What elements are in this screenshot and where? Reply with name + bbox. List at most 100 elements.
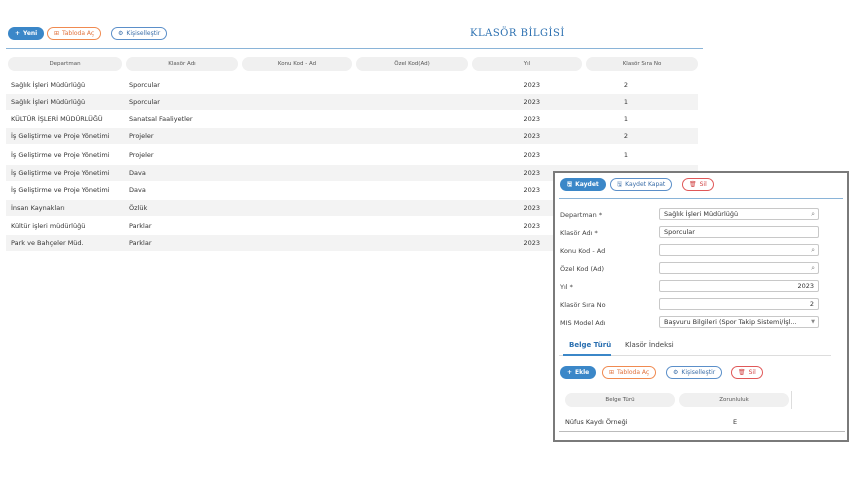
cell-klasor-adi: Sanatsal Faaliyetler [129,115,193,123]
ozel-kod-label: Özel Kod (Ad) [560,265,605,273]
departman-label: Departman * [560,211,603,219]
cell-klasor-adi: Dava [129,169,146,177]
cell-sira-no: 1 [623,151,629,159]
cell-departman: Sağlık İşleri Müdürlüğü [11,81,86,89]
yil-label: Yıl * [560,283,573,291]
cell-sira-no: 2 [623,132,629,140]
save-icon: 🖫 [617,181,623,188]
cell-klasor-adi: Projeler [129,151,154,159]
sub-table-bottom-line [559,431,845,432]
table-row[interactable]: KÜLTÜR İŞLERİ MÜDÜRLÜĞÜ Sanatsal Faaliye… [6,111,698,127]
cell-departman: İş Geliştirme ve Proje Yönetimi [11,186,110,194]
cell-klasor-adi: Projeler [129,132,154,140]
modal-divider [559,198,843,199]
gear-icon: ⚙ [673,369,679,376]
table-row[interactable]: Sağlık İşleri Müdürlüğü Sporcular 2023 2 [6,77,698,93]
add-button[interactable]: + Ekle [560,366,597,379]
klasor-adi-value: Sporcular [664,228,695,236]
page-title: KLASÖR BİLGİSİ [470,28,565,39]
cell-departman: İş Geliştirme ve Proje Yönetimi [11,132,110,140]
save-icon: 🖫 [567,181,573,188]
cell-klasor-adi: Dava [129,186,146,194]
sub-delete-button[interactable]: 🗑 Sil [731,366,763,379]
add-label: Ekle [575,369,590,376]
cell-departman: Sağlık İşleri Müdürlüğü [11,98,86,106]
search-icon[interactable]: ⌕ [811,263,815,274]
column-header-klasor-adi[interactable]: Klasör Adı [126,57,238,71]
cell-klasor-adi: Parklar [129,239,152,247]
column-header-yil[interactable]: Yıl [472,57,582,71]
cell-departman: Kültür işleri müdürlüğü [11,222,86,230]
yil-field[interactable]: 2023 [659,280,819,292]
column-separator [791,391,792,409]
cell-yil: 2023 [523,81,540,89]
cell-departman: İnsan Kaynakları [11,204,65,212]
column-header-ozel-kod[interactable]: Özel Kod(Ad) [356,57,468,71]
column-header-belge-turu[interactable]: Belge Türü [565,393,675,407]
table-icon: ⊞ [609,369,615,376]
new-button-label: Yeni [23,30,38,37]
save-label: Kaydet [575,181,599,188]
sira-no-value: 2 [809,300,814,308]
tab-klasor-indeksi[interactable]: Klasör İndeksi [625,341,674,349]
table-row[interactable]: İş Geliştirme ve Proje Yönetimi Projeler… [6,128,698,144]
column-header-departman[interactable]: Departman [8,57,122,71]
cell-departman: Park ve Bahçeler Müd. [11,239,84,247]
mis-model-label: MIS Model Adı [560,319,606,327]
delete-button[interactable]: 🗑 Sil [682,178,714,191]
table-row[interactable]: Nüfus Kaydı Örneği E [559,415,831,431]
chevron-down-icon[interactable]: ▼ [811,317,815,327]
search-icon[interactable]: ⌕ [811,209,815,220]
new-button[interactable]: + Yeni [8,27,45,40]
table-icon: ⊞ [54,30,60,37]
tab-active-indicator [563,354,611,356]
gear-icon: ⚙ [118,30,124,37]
open-table-button[interactable]: ⊞ Tabloda Aç [47,27,102,40]
cell-yil: 2023 [523,132,540,140]
klasor-adi-label: Klasör Adı * [560,229,598,237]
departman-field[interactable]: Sağlık İşleri Müdürlüğü ⌕ [659,208,819,220]
save-close-label: Kaydet Kapat [625,181,666,188]
mis-model-select[interactable]: Başvuru Bilgileri (Spor Takip Sistemi/İş… [659,316,819,328]
search-icon[interactable]: ⌕ [811,245,815,256]
open-table-label: Tabloda Aç [62,30,95,37]
trash-icon: 🗑 [689,181,697,188]
table-row[interactable]: Sağlık İşleri Müdürlüğü Sporcular 2023 1 [6,94,698,110]
table-row[interactable]: İş Geliştirme ve Proje Yönetimi Projeler… [6,147,698,163]
customize-button[interactable]: ⚙ Kişiselleştir [111,27,168,40]
column-header-konu-kod[interactable]: Konu Kod - Ad [242,57,352,71]
departman-value: Sağlık İşleri Müdürlüğü [664,210,739,218]
trash-icon: 🗑 [738,369,746,376]
klasor-adi-field[interactable]: Sporcular [659,226,819,238]
cell-sira-no: 1 [623,115,629,123]
save-button[interactable]: 🖫 Kaydet [560,178,606,191]
plus-icon: + [567,369,573,376]
sira-no-field[interactable]: 2 [659,298,819,310]
konu-kod-field[interactable]: ⌕ [659,244,819,256]
cell-sira-no: 2 [623,81,629,89]
tab-belge-turu[interactable]: Belge Türü [569,341,611,349]
folder-edit-dialog: 🖫 Kaydet 🖫 Kaydet Kapat 🗑 Sil Departman … [553,171,849,442]
plus-icon: + [15,30,21,37]
yil-value: 2023 [797,282,814,290]
cell-klasor-adi: Parklar [129,222,152,230]
column-header-zorunluluk[interactable]: Zorunluluk [679,393,789,407]
cell-klasor-adi: Özlük [129,204,148,212]
cell-klasor-adi: Sporcular [129,81,160,89]
sub-customize-button[interactable]: ⚙ Kişiselleştir [666,366,723,379]
cell-klasor-adi: Sporcular [129,98,160,106]
cell-belge-turu: Nüfus Kaydı Örneği [565,418,628,426]
cell-departman: İş Geliştirme ve Proje Yönetimi [11,169,110,177]
save-close-button[interactable]: 🖫 Kaydet Kapat [610,178,673,191]
cell-yil: 2023 [523,151,540,159]
customize-label: Kişiselleştir [126,30,161,37]
sub-customize-label: Kişiselleştir [681,369,716,376]
cell-sira-no: 1 [623,98,629,106]
konu-kod-label: Konu Kod - Ad [560,247,606,255]
sub-delete-label: Sil [748,369,756,376]
ozel-kod-field[interactable]: ⌕ [659,262,819,274]
sub-open-table-button[interactable]: ⊞ Tabloda Aç [602,366,657,379]
column-header-klasor-sira-no[interactable]: Klasör Sıra No [586,57,698,71]
cell-zorunluluk: E [733,418,738,426]
sub-open-table-label: Tabloda Aç [617,369,650,376]
